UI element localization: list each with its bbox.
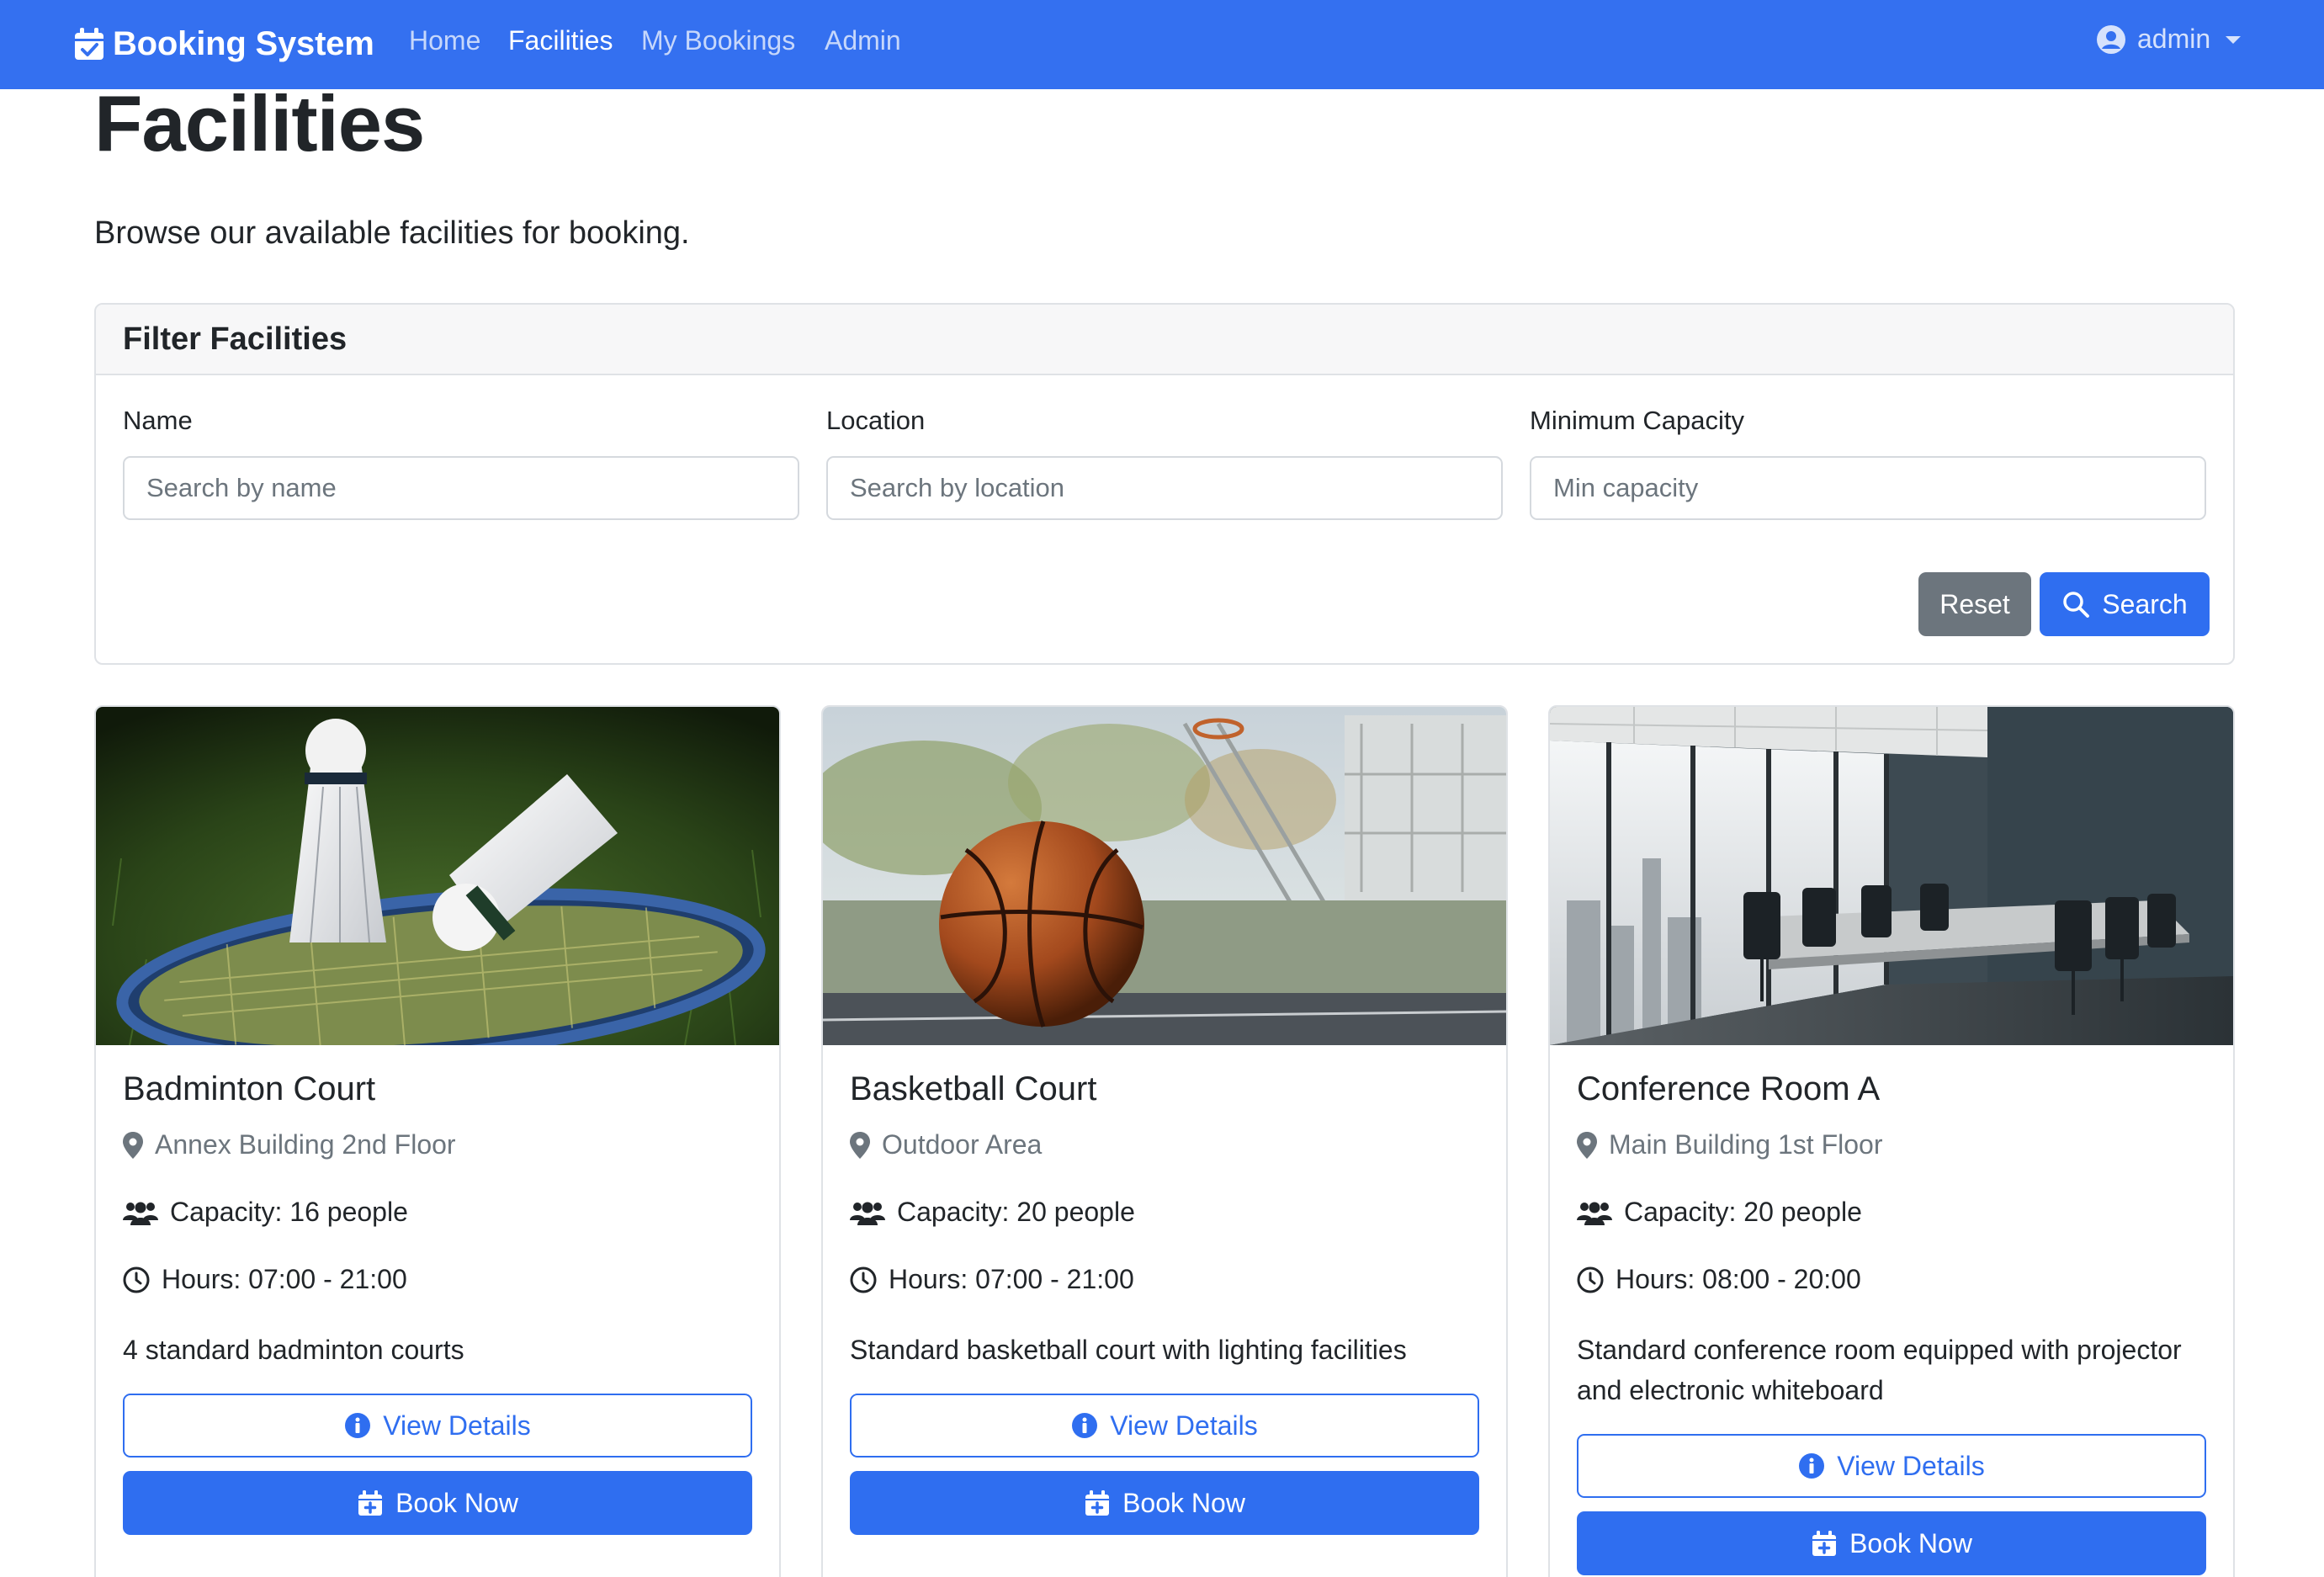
facility-location-text: Main Building 1st Floor bbox=[1609, 1129, 1883, 1160]
location-search-input[interactable] bbox=[826, 456, 1503, 520]
info-circle-icon bbox=[345, 1413, 371, 1438]
facility-hours: Hours: 07:00 - 21:00 bbox=[123, 1264, 407, 1295]
view-details-label: View Details bbox=[1837, 1450, 1985, 1481]
calendar-plus-icon bbox=[358, 1490, 383, 1516]
search-button-label: Search bbox=[2102, 588, 2188, 619]
view-details-button[interactable]: View Details bbox=[123, 1394, 752, 1458]
user-dropdown[interactable]: admin bbox=[2097, 24, 2242, 55]
search-icon bbox=[2063, 592, 2090, 618]
clock-icon bbox=[123, 1266, 150, 1293]
name-label: Name bbox=[123, 406, 193, 435]
nav-link-home[interactable]: Home bbox=[409, 25, 480, 56]
facility-card-badminton-court: Badminton Court Annex Building 2nd Floor… bbox=[94, 705, 781, 1577]
clock-icon bbox=[850, 1266, 877, 1293]
facility-name: Conference Room A bbox=[1577, 1070, 1881, 1107]
view-details-label: View Details bbox=[1110, 1410, 1258, 1441]
page-subtitle: Browse our available facilities for book… bbox=[94, 215, 690, 251]
facility-capacity-text: Capacity: 20 people bbox=[897, 1197, 1135, 1227]
page-title: Facilities bbox=[94, 79, 425, 167]
facility-location: Main Building 1st Floor bbox=[1577, 1129, 1882, 1160]
facility-capacity: Capacity: 16 people bbox=[123, 1197, 408, 1228]
facility-location-text: Annex Building 2nd Floor bbox=[155, 1129, 456, 1160]
facility-description: Standard basketball court with lighting … bbox=[850, 1335, 1407, 1365]
facility-description: 4 standard badminton courts bbox=[123, 1335, 464, 1365]
facility-name: Badminton Court bbox=[123, 1070, 376, 1107]
min-capacity-label: Minimum Capacity bbox=[1530, 406, 1744, 435]
info-circle-icon bbox=[1799, 1453, 1825, 1479]
facility-capacity: Capacity: 20 people bbox=[850, 1197, 1135, 1228]
info-circle-icon bbox=[1072, 1413, 1098, 1438]
map-marker-icon bbox=[1577, 1131, 1597, 1159]
facility-name: Basketball Court bbox=[850, 1070, 1097, 1107]
user-circle-icon bbox=[2097, 24, 2125, 54]
reset-button[interactable]: Reset bbox=[1918, 572, 2031, 636]
book-now-label: Book Now bbox=[395, 1487, 518, 1518]
facility-hours: Hours: 07:00 - 21:00 bbox=[850, 1264, 1134, 1295]
map-marker-icon bbox=[123, 1131, 143, 1159]
clock-icon bbox=[1577, 1266, 1604, 1293]
calendar-plus-icon bbox=[1812, 1531, 1837, 1556]
top-navbar: Booking System Home Facilities My Bookin… bbox=[0, 0, 2324, 89]
facility-image-conference-room bbox=[1550, 707, 2233, 1045]
map-marker-icon bbox=[850, 1131, 870, 1159]
brand-link[interactable]: Booking System bbox=[74, 20, 374, 67]
view-details-button[interactable]: View Details bbox=[850, 1394, 1479, 1458]
facility-hours: Hours: 08:00 - 20:00 bbox=[1577, 1264, 1861, 1295]
facility-hours-text: Hours: 07:00 - 21:00 bbox=[889, 1264, 1134, 1294]
user-name: admin bbox=[2137, 24, 2211, 54]
facility-image-basketball bbox=[823, 707, 1506, 1045]
facility-location: Annex Building 2nd Floor bbox=[123, 1129, 456, 1160]
brand-label: Booking System bbox=[113, 24, 374, 62]
facility-card-conference-room-a: Conference Room A Main Building 1st Floo… bbox=[1548, 705, 2235, 1577]
book-now-button[interactable]: Book Now bbox=[1577, 1511, 2206, 1575]
facility-capacity: Capacity: 20 people bbox=[1577, 1197, 1862, 1228]
users-icon bbox=[123, 1202, 158, 1225]
location-label: Location bbox=[826, 406, 926, 435]
facility-description: Standard conference room equipped with p… bbox=[1577, 1335, 2182, 1405]
facility-capacity-text: Capacity: 20 people bbox=[1624, 1197, 1862, 1227]
users-icon bbox=[850, 1202, 885, 1225]
users-icon bbox=[1577, 1202, 1612, 1225]
facility-capacity-text: Capacity: 16 people bbox=[170, 1197, 408, 1227]
book-now-button[interactable]: Book Now bbox=[850, 1471, 1479, 1535]
min-capacity-input[interactable] bbox=[1530, 456, 2206, 520]
nav-link-admin[interactable]: Admin bbox=[825, 25, 901, 56]
reset-button-label: Reset bbox=[1939, 588, 2010, 619]
view-details-label: View Details bbox=[383, 1410, 531, 1441]
book-now-button[interactable]: Book Now bbox=[123, 1471, 752, 1535]
facility-image-badminton bbox=[96, 707, 779, 1045]
nav-link-my-bookings[interactable]: My Bookings bbox=[641, 25, 795, 56]
book-now-label: Book Now bbox=[1849, 1527, 1972, 1558]
book-now-label: Book Now bbox=[1122, 1487, 1245, 1518]
nav-link-facilities[interactable]: Facilities bbox=[508, 25, 613, 56]
chevron-down-icon bbox=[2226, 36, 2242, 44]
facility-card-basketball-court: Basketball Court Outdoor Area Capacity: … bbox=[821, 705, 1508, 1577]
name-search-input[interactable] bbox=[123, 456, 799, 520]
facility-hours-text: Hours: 08:00 - 20:00 bbox=[1616, 1264, 1861, 1294]
calendar-plus-icon bbox=[1085, 1490, 1110, 1516]
facility-hours-text: Hours: 07:00 - 21:00 bbox=[162, 1264, 407, 1294]
filter-panel: Filter Facilities Name Location Minimum … bbox=[94, 303, 2235, 665]
facility-location: Outdoor Area bbox=[850, 1129, 1042, 1160]
view-details-button[interactable]: View Details bbox=[1577, 1434, 2206, 1498]
search-button[interactable]: Search bbox=[2040, 572, 2210, 636]
calendar-check-icon bbox=[75, 28, 103, 60]
filter-panel-title: Filter Facilities bbox=[96, 305, 2233, 375]
facility-location-text: Outdoor Area bbox=[882, 1129, 1043, 1160]
